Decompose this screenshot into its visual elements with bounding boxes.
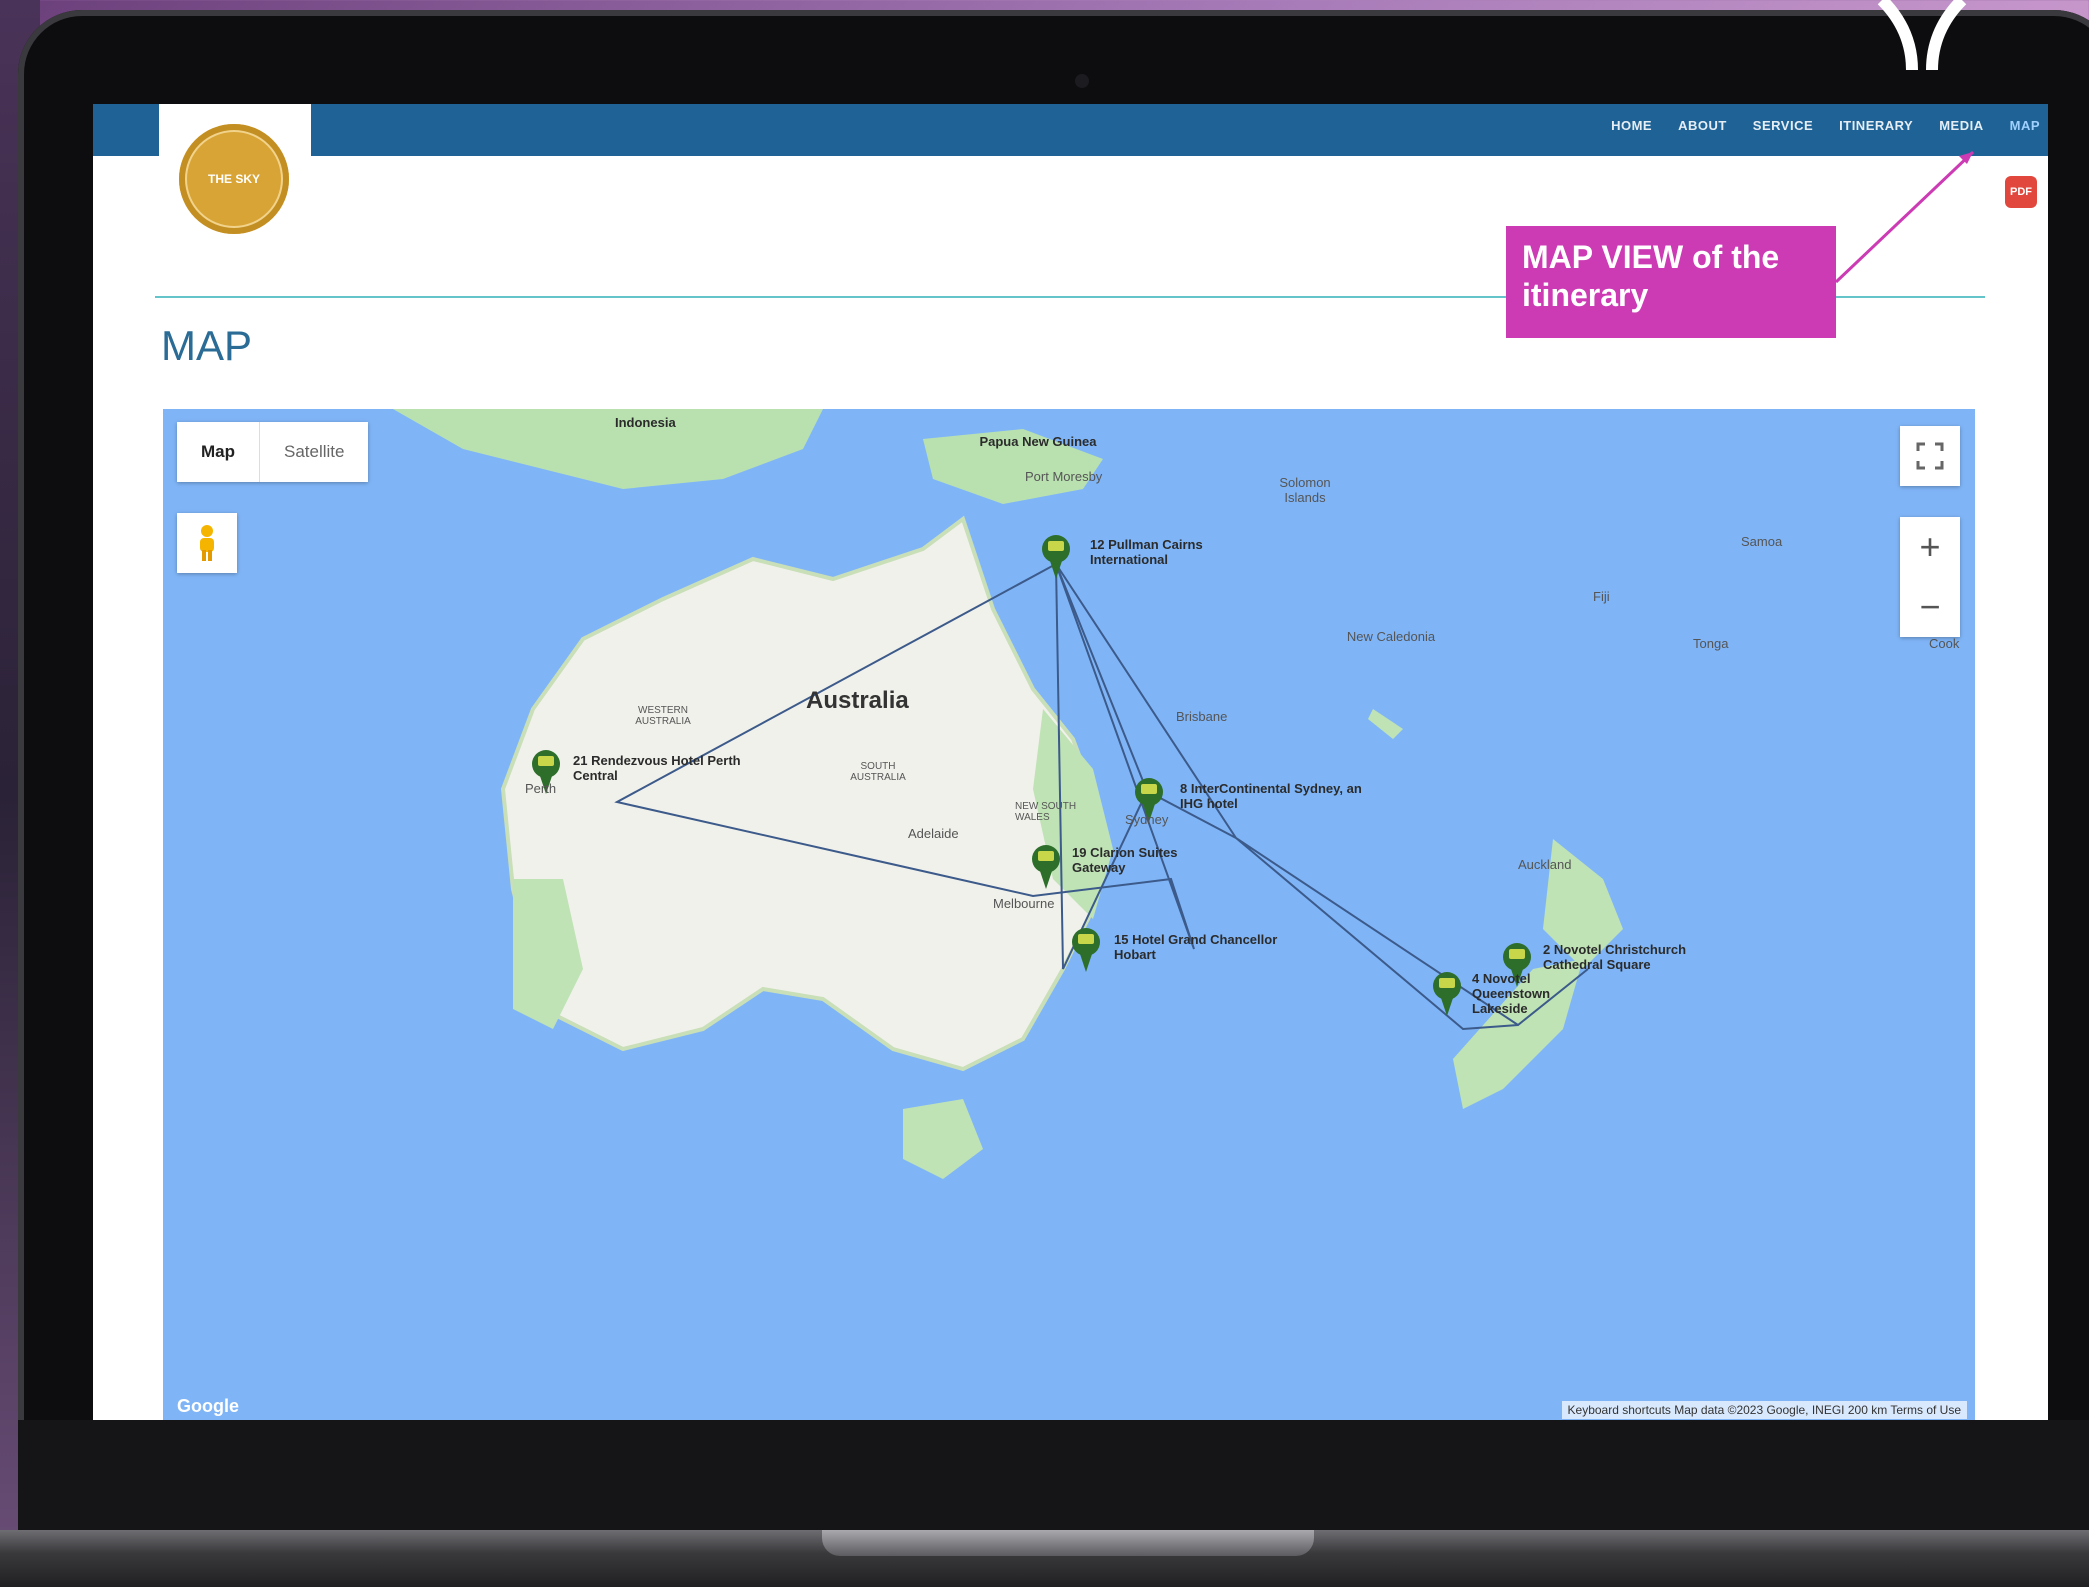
land-australia: [500, 515, 1106, 1072]
label-indonesia: Indonesia: [615, 415, 676, 430]
marker-label-cairns[interactable]: 12 Pullman Cairns International: [1090, 537, 1240, 567]
land-tasmania: [903, 1099, 983, 1179]
callout-arrow: [1834, 150, 1975, 284]
zoom-control: + −: [1900, 517, 1960, 637]
marker-label-hobart[interactable]: 15 Hotel Grand Chancellor Hobart: [1114, 932, 1284, 962]
marker-label-melbourne[interactable]: 19 Clarion Suites Gateway: [1072, 845, 1222, 875]
map-footer[interactable]: Keyboard shortcuts Map data ©2023 Google…: [1561, 1401, 1967, 1419]
label-auckland: Auckland: [1518, 857, 1572, 872]
label-western-australia: WESTERN AUSTRALIA: [635, 705, 691, 727]
label-port-moresby: Port Moresby: [1025, 469, 1103, 484]
marker-hobart[interactable]: [1072, 928, 1100, 972]
laptop-bottom-bezel: [18, 1420, 2089, 1530]
marker-label-queenstown[interactable]: 4 Novotel Queenstown Lakeside: [1472, 971, 1572, 1016]
label-melbourne: Melbourne: [993, 896, 1055, 911]
label-fiji: Fiji: [1593, 589, 1610, 604]
fullscreen-button[interactable]: [1900, 426, 1960, 486]
label-papua: Papua New Guinea: [979, 434, 1097, 449]
google-logo: Google: [177, 1396, 239, 1416]
marker-cairns[interactable]: [1042, 535, 1070, 579]
fullscreen-icon: [1916, 442, 1944, 470]
label-samoa: Samoa: [1741, 534, 1783, 549]
label-solomon: Solomon Islands: [1279, 475, 1331, 505]
label-tonga: Tonga: [1693, 636, 1729, 651]
land-indonesia: [393, 409, 823, 489]
camera: [1075, 74, 1089, 88]
marker-label-christchurch[interactable]: 2 Novotel Christchurch Cathedral Square: [1543, 942, 1703, 972]
map-canvas[interactable]: [163, 409, 1975, 1420]
map-type-satellite-button[interactable]: Satellite: [259, 422, 368, 482]
top-right-hanger: [1872, 0, 1972, 71]
map-view[interactable]: Indonesia Papua New Guinea Port Moresby …: [163, 409, 1975, 1420]
map-type-control: Map Satellite: [177, 422, 369, 482]
pegman-icon: [200, 525, 214, 561]
marker-queenstown[interactable]: [1433, 972, 1461, 1016]
label-new-caledonia: New Caledonia: [1346, 629, 1436, 644]
marker-label-perth[interactable]: 21 Rendezvous Hotel Perth Central: [573, 753, 763, 783]
label-south-australia: SOUTH AUSTRALIA: [850, 761, 906, 783]
screen: HOME ABOUT SERVICE ITINERARY MEDIA MAP T…: [93, 104, 2048, 1420]
label-australia: Australia: [806, 687, 909, 714]
map-type-map-button[interactable]: Map: [177, 422, 259, 482]
label-sydney: Sydney: [1125, 812, 1169, 827]
label-brisbane: Brisbane: [1176, 709, 1228, 724]
label-nsw: NEW SOUTH WALES: [1015, 801, 1077, 823]
land-new-caledonia: [1368, 709, 1403, 739]
label-perth: Perth: [525, 781, 557, 796]
laptop-notch: [822, 1530, 1314, 1556]
label-cook: Cook: [1929, 636, 1960, 651]
zoom-out-button[interactable]: −: [1900, 577, 1960, 637]
zoom-in-button[interactable]: +: [1900, 517, 1960, 577]
marker-label-sydney[interactable]: 8 InterContinental Sydney, an IHG hotel: [1180, 781, 1380, 811]
hanger-icon: [1877, 0, 1967, 71]
pegman-button[interactable]: [177, 513, 237, 573]
label-adelaide: Adelaide: [908, 826, 959, 841]
